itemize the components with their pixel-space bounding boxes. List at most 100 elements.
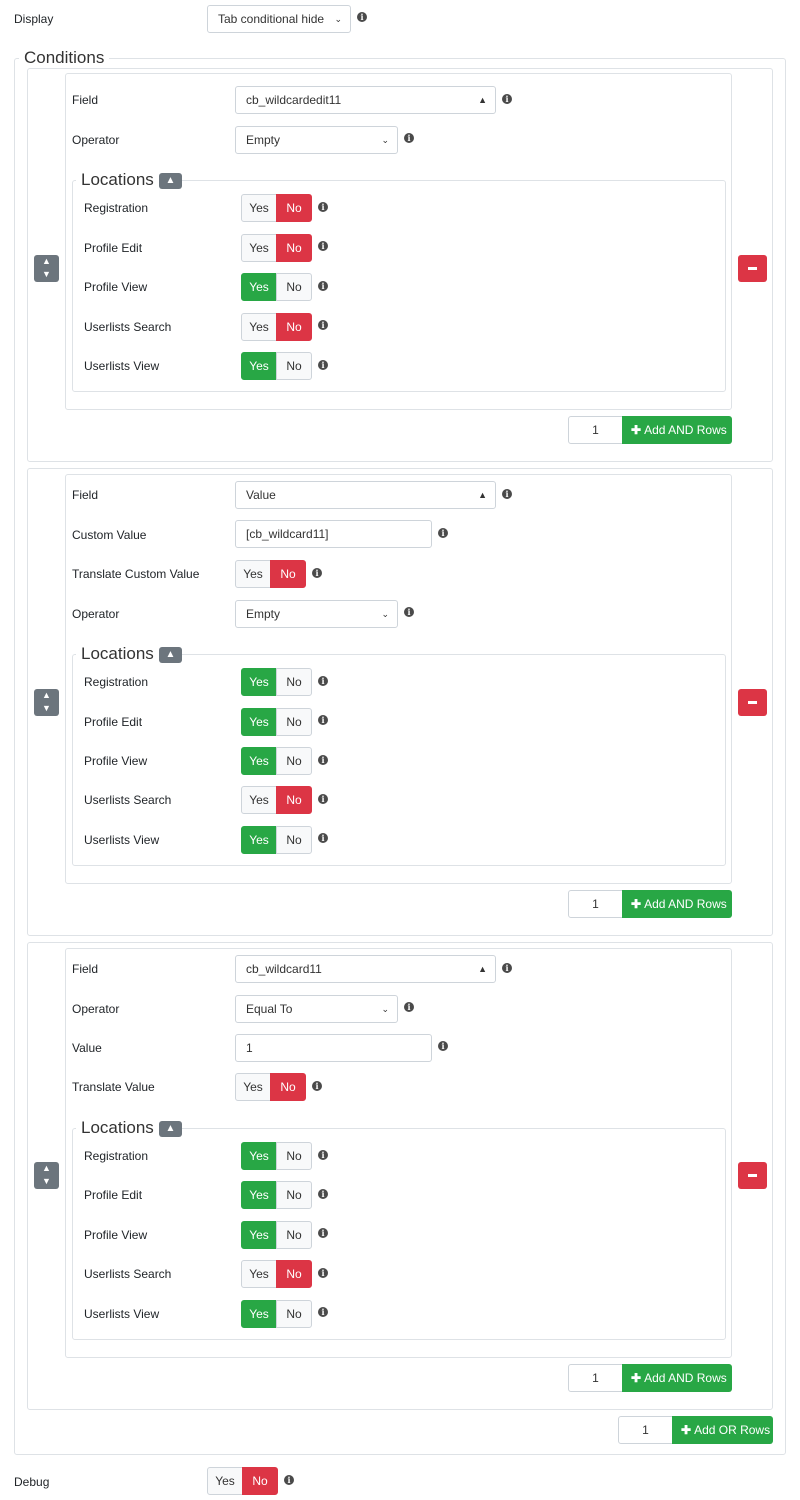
info-icon: i	[438, 1041, 448, 1051]
yes-option[interactable]: Yes	[241, 194, 277, 222]
yes-option[interactable]: Yes	[241, 352, 277, 380]
drag-handle-icon[interactable]: ▲ ▼	[34, 689, 59, 716]
userlists-view-toggle[interactable]: Yes No	[241, 826, 312, 854]
yes-option[interactable]: Yes	[235, 1073, 271, 1101]
userlists-search-label: Userlists Search	[84, 793, 172, 807]
no-option[interactable]: No	[276, 234, 312, 262]
no-option[interactable]: No	[276, 352, 312, 380]
yes-option[interactable]: Yes	[241, 273, 277, 301]
custom-value-input[interactable]: [cb_wildcard11]	[235, 520, 432, 548]
no-option[interactable]: No	[276, 826, 312, 854]
info-icon: i	[318, 1150, 328, 1160]
userlists-view-toggle[interactable]: Yes No	[241, 1300, 312, 1328]
sort-arrows-icon: ▲︎	[478, 490, 487, 500]
no-option[interactable]: No	[270, 1073, 306, 1101]
yes-option[interactable]: Yes	[241, 1300, 277, 1328]
value-input[interactable]: 1	[235, 1034, 432, 1062]
info-icon: i	[318, 281, 328, 291]
registration-toggle[interactable]: Yes No	[241, 1142, 312, 1170]
yes-option[interactable]: Yes	[241, 1221, 277, 1249]
userlists-view-toggle[interactable]: Yes No	[241, 352, 312, 380]
profile-view-toggle[interactable]: Yes No	[241, 747, 312, 775]
yes-option[interactable]: Yes	[241, 1142, 277, 1170]
or-rows-count-input[interactable]: 1	[618, 1416, 673, 1444]
field-select[interactable]: Value ▲︎	[235, 481, 496, 509]
translate-custom-value-toggle[interactable]: Yes No	[235, 560, 306, 588]
profile-edit-label: Profile Edit	[84, 715, 143, 729]
profile-view-label: Profile View	[84, 1228, 148, 1242]
add-and-rows-button[interactable]: ✚ Add AND Rows	[622, 890, 732, 918]
operator-select[interactable]: Empty ⌄	[235, 126, 398, 154]
userlists-search-toggle[interactable]: Yes No	[241, 1260, 312, 1288]
remove-condition-button[interactable]	[738, 255, 767, 282]
plus-icon: ✚	[631, 1371, 642, 1385]
add-and-rows-button[interactable]: ✚ Add AND Rows	[622, 1364, 732, 1392]
display-label: Display	[14, 12, 54, 26]
no-option[interactable]: No	[276, 1300, 312, 1328]
field-label: Field	[72, 488, 99, 502]
collapse-chevron-up-icon[interactable]: ▲	[159, 1121, 182, 1137]
operator-select-value: Empty	[246, 607, 281, 621]
no-option[interactable]: No	[276, 273, 312, 301]
field-select[interactable]: cb_wildcardedit11 ▲︎	[235, 86, 496, 114]
yes-option[interactable]: Yes	[241, 313, 277, 341]
drag-handle-icon[interactable]: ▲ ▼	[34, 255, 59, 282]
yes-option[interactable]: Yes	[241, 786, 277, 814]
no-option[interactable]: No	[276, 668, 312, 696]
and-rows-count-input[interactable]: 1	[568, 416, 623, 444]
remove-condition-button[interactable]	[738, 689, 767, 716]
yes-option[interactable]: Yes	[235, 560, 271, 588]
no-option[interactable]: No	[276, 313, 312, 341]
registration-toggle[interactable]: Yes No	[241, 668, 312, 696]
info-icon: i	[502, 963, 512, 973]
no-option[interactable]: No	[276, 194, 312, 222]
translate-value-toggle[interactable]: Yes No	[235, 1073, 306, 1101]
no-option[interactable]: No	[276, 1221, 312, 1249]
userlists-search-toggle[interactable]: Yes No	[241, 313, 312, 341]
collapse-chevron-up-icon[interactable]: ▲	[159, 173, 182, 189]
and-rows-count-input[interactable]: 1	[568, 1364, 623, 1392]
collapse-chevron-up-icon[interactable]: ▲	[159, 647, 182, 663]
profile-edit-toggle[interactable]: Yes No	[241, 234, 312, 262]
profile-edit-toggle[interactable]: Yes No	[241, 708, 312, 736]
conditions-title: Conditions	[19, 48, 110, 68]
add-and-rows-button[interactable]: ✚ Add AND Rows	[622, 416, 732, 444]
profile-view-toggle[interactable]: Yes No	[241, 273, 312, 301]
operator-select-value: Empty	[246, 133, 281, 147]
no-option[interactable]: No	[242, 1467, 278, 1495]
no-option[interactable]: No	[276, 786, 312, 814]
yes-option[interactable]: Yes	[241, 668, 277, 696]
registration-toggle[interactable]: Yes No	[241, 194, 312, 222]
debug-toggle[interactable]: Yes No	[207, 1467, 278, 1495]
no-option[interactable]: No	[276, 1181, 312, 1209]
no-option[interactable]: No	[276, 708, 312, 736]
profile-view-toggle[interactable]: Yes No	[241, 1221, 312, 1249]
yes-option[interactable]: Yes	[241, 826, 277, 854]
no-option[interactable]: No	[276, 1260, 312, 1288]
info-icon: i	[404, 133, 414, 143]
no-option[interactable]: No	[276, 1142, 312, 1170]
no-option[interactable]: No	[270, 560, 306, 588]
profile-edit-toggle[interactable]: Yes No	[241, 1181, 312, 1209]
info-icon: i	[318, 794, 328, 804]
add-or-rows-button[interactable]: ✚ Add OR Rows	[672, 1416, 773, 1444]
display-select[interactable]: Tab conditional hide ⌄	[207, 5, 351, 33]
drag-handle-icon[interactable]: ▲ ▼	[34, 1162, 59, 1189]
yes-option[interactable]: Yes	[241, 1260, 277, 1288]
field-select[interactable]: cb_wildcard11 ▲︎	[235, 955, 496, 983]
info-icon: i	[438, 528, 448, 538]
info-icon: i	[318, 833, 328, 843]
display-select-value: Tab conditional hide	[218, 12, 325, 26]
profile-view-label: Profile View	[84, 280, 148, 294]
and-rows-count-input[interactable]: 1	[568, 890, 623, 918]
no-option[interactable]: No	[276, 747, 312, 775]
yes-option[interactable]: Yes	[241, 234, 277, 262]
yes-option[interactable]: Yes	[241, 1181, 277, 1209]
yes-option[interactable]: Yes	[241, 747, 277, 775]
remove-condition-button[interactable]	[738, 1162, 767, 1189]
operator-select[interactable]: Empty ⌄	[235, 600, 398, 628]
operator-select[interactable]: Equal To ⌄	[235, 995, 398, 1023]
userlists-search-toggle[interactable]: Yes No	[241, 786, 312, 814]
yes-option[interactable]: Yes	[207, 1467, 243, 1495]
yes-option[interactable]: Yes	[241, 708, 277, 736]
